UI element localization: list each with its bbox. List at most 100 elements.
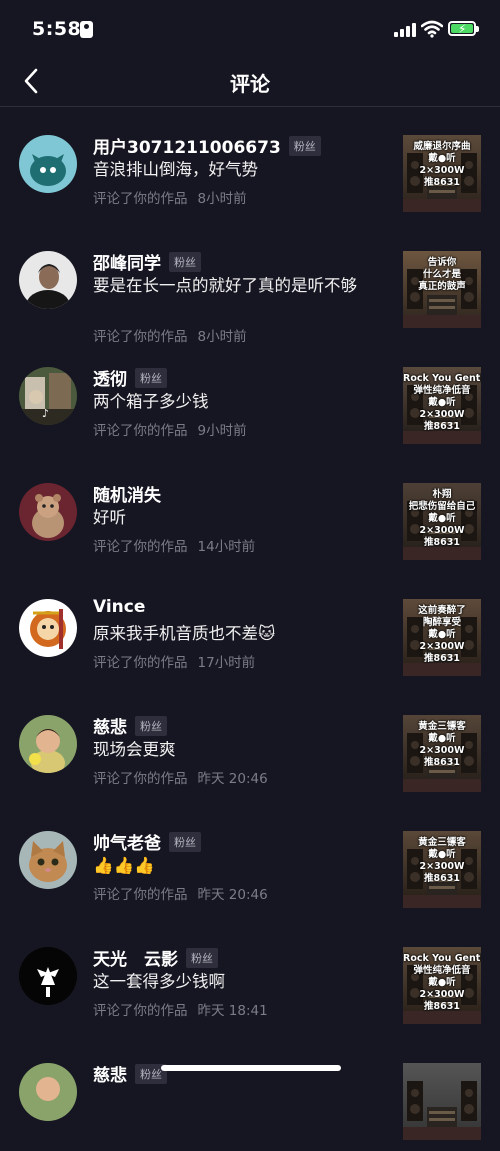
- comment-meta: 评论了你的作品 昨天 18:41: [93, 999, 268, 1019]
- user-name[interactable]: Vince: [93, 597, 145, 617]
- meta-timestamp: 昨天 18:41: [197, 1003, 268, 1019]
- video-thumbnail[interactable]: 这前奏醉了 陶醉享受 戴●听 2×300W 推8631: [403, 599, 481, 676]
- user-name[interactable]: 帅气老爸: [93, 829, 161, 854]
- comment-item[interactable]: 用户3071211006673 粉丝 音浪排山倒海，好气势 评论了你的作品 8小时前 威廉…: [0, 107, 500, 223]
- user-name[interactable]: 慈悲: [93, 1061, 127, 1086]
- video-thumbnail[interactable]: 黄金三镖客 戴●听 2×300W 推8631: [403, 715, 481, 792]
- user-avatar[interactable]: [19, 599, 77, 657]
- battery-charging-icon: ⚡: [448, 21, 479, 36]
- thumbnail-caption-line: 戴●听: [428, 733, 456, 744]
- thumbnail-caption: 黄金三镖客 戴●听 2×300W 推8631: [403, 837, 481, 885]
- comment-text[interactable]: 👍👍👍: [93, 855, 358, 877]
- user-avatar[interactable]: [19, 483, 77, 541]
- fan-badge: 粉丝: [288, 135, 321, 156]
- user-avatar[interactable]: [19, 251, 77, 309]
- user-name[interactable]: 用户3071211006673: [93, 133, 281, 158]
- video-thumbnail[interactable]: 告诉你 什么才是 真正的鼓声: [403, 251, 481, 328]
- fan-badge: 粉丝: [186, 947, 218, 968]
- nav-header: 评论: [0, 60, 500, 107]
- comment-item[interactable]: ♪ 透彻粉丝两个箱子多少钱评论了你的作品 9小时前 Rock You Gently弹性…: [0, 339, 500, 455]
- name-line: Vince: [93, 597, 145, 617]
- thumbnail-caption-line: 戴●听: [428, 397, 456, 408]
- thumbnail-caption-line: 推8631: [424, 653, 460, 664]
- name-line: 慈悲 粉丝: [93, 1061, 167, 1086]
- comment-item[interactable]: 慈悲 粉丝 现场会更爽 评论了你的作品 昨天 20:46 黄金三镖客 戴●听 2×300W 推8…: [0, 687, 500, 803]
- thumbnail-caption-line: 戴●听: [428, 849, 456, 860]
- comment-item[interactable]: Vince 原来我手机音质也不差🐱 评论了你的作品 17小时前 这前奏醉了 陶醉享受 戴●听…: [0, 571, 500, 687]
- thumbnail-caption: Rock You Gently弹性纯净低音戴●听2×300W推8631: [403, 953, 481, 1013]
- thumbnail-caption-line: 2×300W: [419, 525, 465, 536]
- thumbnail-caption: 告诉你 什么才是 真正的鼓声: [403, 257, 481, 293]
- meta-timestamp: 17小时前: [197, 655, 256, 671]
- comment-text[interactable]: 原来我手机音质也不差🐱: [93, 623, 358, 645]
- cellular-signal-icon: [394, 23, 416, 37]
- comment-item[interactable]: 慈悲 粉丝: [0, 1035, 500, 1151]
- video-thumbnail[interactable]: 威廉退尔序曲 戴●听 2×300W 推8631: [403, 135, 481, 212]
- user-name[interactable]: 透彻: [93, 365, 127, 390]
- thumbnail-caption-line: 这前奏醉了: [418, 605, 466, 616]
- user-avatar[interactable]: [19, 831, 77, 889]
- comment-text[interactable]: 现场会更爽: [93, 739, 358, 761]
- user-name[interactable]: 随机消失: [93, 481, 161, 506]
- user-avatar[interactable]: ♪: [19, 367, 77, 425]
- comment-text[interactable]: 要是在长一点的就好了真的是听不够: [93, 275, 358, 297]
- comment-text[interactable]: 音浪排山倒海，好气势: [93, 159, 358, 181]
- thumbnail-caption: 威廉退尔序曲 戴●听 2×300W 推8631: [403, 141, 481, 189]
- video-thumbnail[interactable]: Rock You Gently弹性纯净低音戴●听2×300W推8631: [403, 367, 481, 444]
- thumbnail-caption-line: 弹性纯净低音: [413, 965, 471, 976]
- video-thumbnail[interactable]: [403, 1063, 481, 1140]
- user-avatar[interactable]: [19, 715, 77, 773]
- video-thumbnail[interactable]: 黄金三镖客 戴●听 2×300W 推8631: [403, 831, 481, 908]
- user-avatar[interactable]: [19, 947, 77, 1005]
- user-avatar[interactable]: [19, 135, 77, 193]
- thumbnail-caption-line: 2×300W: [419, 989, 465, 1000]
- meta-timestamp: 8小时前: [197, 191, 247, 207]
- comment-text[interactable]: 两个箱子多少钱: [93, 391, 358, 413]
- user-name[interactable]: 邵峰同学: [93, 249, 161, 274]
- thumbnail-caption-line: 2×300W: [419, 861, 465, 872]
- thumbnail-caption-line: 黄金三镖客: [418, 837, 466, 848]
- speaker-scene-image: [403, 1081, 481, 1140]
- thumbnail-caption-line: 推8631: [424, 421, 460, 432]
- meta-action: 评论了你的作品: [93, 887, 188, 903]
- thumbnail-caption-line: 把悲伤留给自己: [408, 501, 476, 512]
- meta-timestamp: 昨天 20:46: [197, 887, 268, 903]
- user-name[interactable]: 天光 云影: [93, 945, 178, 970]
- comment-meta: 评论了你的作品 昨天 20:46: [93, 767, 268, 787]
- comment-item[interactable]: 随机消失 好听评论了你的作品 14小时前 朴翔 把悲伤留给自己 戴●听 2×300W 推863…: [0, 455, 500, 571]
- thumbnail-caption-line: 2×300W: [419, 745, 465, 756]
- meta-timestamp: 9小时前: [197, 423, 247, 439]
- video-thumbnail[interactable]: 朴翔 把悲伤留给自己 戴●听 2×300W 推8631: [403, 483, 481, 560]
- thumbnail-caption-line: 陶醉享受: [422, 617, 461, 628]
- fan-badge: 粉丝: [135, 715, 167, 736]
- home-indicator[interactable]: [161, 1065, 341, 1071]
- thumbnail-caption-line: 推8631: [424, 757, 460, 768]
- thumbnail-caption-line: 朴翔: [432, 489, 452, 500]
- name-line: 慈悲 粉丝: [93, 713, 167, 738]
- name-line: 随机消失: [93, 481, 161, 506]
- name-line: 帅气老爸 粉丝: [93, 829, 201, 854]
- meta-timestamp: 昨天 20:46: [197, 771, 268, 787]
- user-avatar[interactable]: [19, 1063, 77, 1121]
- meta-action: 评论了你的作品: [93, 539, 188, 555]
- thumbnail-caption-line: 什么才是: [422, 269, 461, 280]
- name-line: 用户3071211006673 粉丝: [93, 133, 321, 158]
- thumbnail-caption-line: 戴●听: [428, 513, 456, 524]
- wifi-icon: [421, 20, 443, 38]
- comment-meta: 评论了你的作品 昨天 20:46: [93, 883, 268, 903]
- comment-item[interactable]: 邵峰同学 粉丝 要是在长一点的就好了真的是听不够 评论了你的作品 8小时前 告诉你 什么才是…: [0, 223, 500, 345]
- user-name[interactable]: 慈悲: [93, 713, 127, 738]
- thumbnail-caption-line: Rock You Gently: [403, 373, 481, 384]
- comment-text[interactable]: 好听: [93, 507, 358, 529]
- comment-item[interactable]: 帅气老爸 粉丝 👍👍👍 评论了你的作品 昨天 20:46 黄金三镖客 戴●听 2×300W 推8…: [0, 803, 500, 919]
- name-line: 天光 云影 粉丝: [93, 945, 218, 970]
- comment-item[interactable]: 天光 云影 粉丝 这一套得多少钱啊 评论了你的作品 昨天 18:41 Rock You G…: [0, 919, 500, 1035]
- meta-action: 评论了你的作品: [93, 655, 188, 671]
- name-line: 邵峰同学 粉丝: [93, 249, 201, 274]
- thumbnail-caption-line: 2×300W: [419, 165, 465, 176]
- comment-text[interactable]: 这一套得多少钱啊: [93, 971, 358, 993]
- video-thumbnail[interactable]: Rock You Gently弹性纯净低音戴●听2×300W推8631: [403, 947, 481, 1024]
- thumbnail-caption-line: 弹性纯净低音: [413, 385, 471, 396]
- comment-meta: 评论了你的作品 14小时前: [93, 535, 255, 555]
- portrait-lock-icon: [80, 21, 93, 38]
